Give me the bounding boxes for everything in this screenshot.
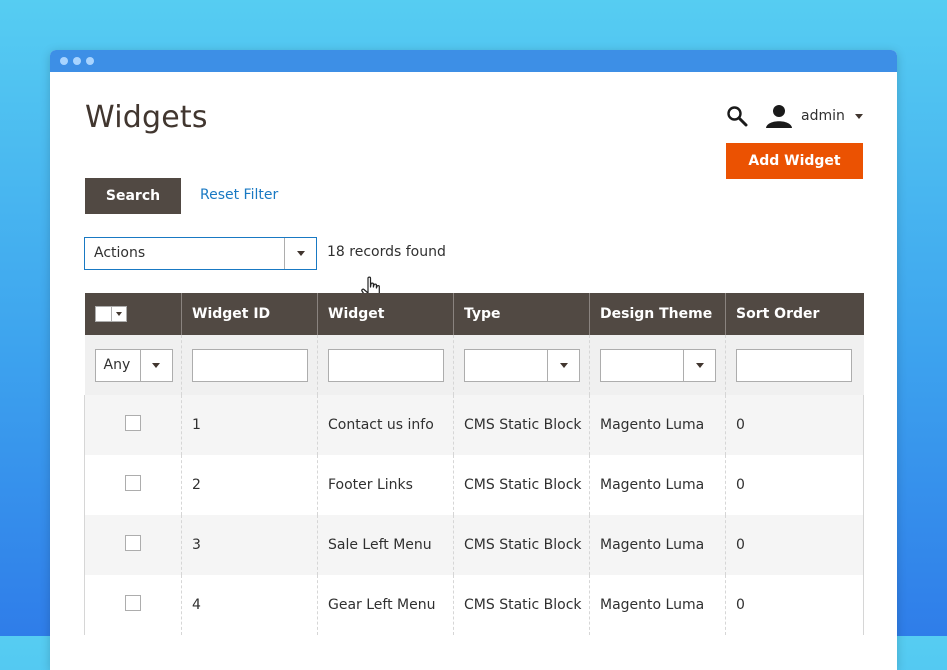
cell-type: CMS Static Block — [453, 455, 590, 515]
mass-select-checkbox[interactable] — [96, 307, 112, 321]
filter-design-theme-toggle[interactable] — [683, 349, 715, 381]
user-menu[interactable]: admin — [765, 104, 863, 128]
cell-design-theme: Magento Luma — [589, 395, 726, 455]
cell-type: CMS Static Block — [453, 515, 590, 575]
row-checkbox[interactable] — [125, 535, 141, 551]
column-header-sort-order[interactable]: Sort Order — [725, 293, 864, 335]
window-dot-1 — [60, 57, 68, 65]
filter-cell-design-theme — [589, 335, 726, 395]
admin-window: Widgets admin Add Widget Search Reset Fi… — [50, 50, 897, 670]
filter-cell-select: Any — [84, 335, 182, 395]
grid-header-row: Widget ID Widget Type Design Theme Sort … — [84, 293, 864, 335]
search-icon[interactable] — [726, 105, 748, 127]
cell-widget-id: 4 — [181, 575, 318, 635]
mass-select-header — [84, 293, 182, 335]
cell-widget-id: 1 — [181, 395, 318, 455]
table-row[interactable]: 1 Contact us info CMS Static Block Magen… — [84, 395, 864, 455]
row-select-cell — [84, 395, 182, 455]
row-checkbox[interactable] — [125, 475, 141, 491]
chevron-down-icon — [854, 113, 863, 119]
column-header-widget[interactable]: Widget — [317, 293, 454, 335]
filter-cell-sort-order — [725, 335, 864, 395]
cell-design-theme: Magento Luma — [589, 575, 726, 635]
filter-cell-type — [453, 335, 590, 395]
records-count: 18 records found — [327, 244, 446, 260]
chevron-down-icon — [695, 362, 704, 368]
cell-widget-id: 3 — [181, 515, 318, 575]
user-name: admin — [801, 108, 845, 124]
cell-widget: Gear Left Menu — [317, 575, 454, 635]
chevron-down-icon — [559, 362, 568, 368]
reset-filter-link[interactable]: Reset Filter — [200, 187, 278, 203]
filter-cell-widget-id — [181, 335, 318, 395]
cell-widget-id: 2 — [181, 455, 318, 515]
filter-design-theme-value — [601, 350, 683, 381]
window-titlebar — [50, 50, 897, 72]
cell-sort-order: 0 — [725, 575, 864, 635]
row-select-cell — [84, 455, 182, 515]
column-header-type[interactable]: Type — [453, 293, 590, 335]
cell-widget: Sale Left Menu — [317, 515, 454, 575]
cell-sort-order: 0 — [725, 515, 864, 575]
filter-type-select[interactable] — [464, 348, 580, 382]
row-checkbox[interactable] — [125, 415, 141, 431]
table-row[interactable]: 2 Footer Links CMS Static Block Magento … — [84, 455, 864, 515]
cell-type: CMS Static Block — [453, 575, 590, 635]
cell-widget: Footer Links — [317, 455, 454, 515]
actions-dropdown-toggle[interactable] — [284, 238, 316, 269]
actions-dropdown-label: Actions — [94, 245, 146, 261]
filter-row: Any — [84, 335, 864, 395]
row-checkbox[interactable] — [125, 595, 141, 611]
filter-type-value — [465, 350, 547, 381]
row-select-cell — [84, 575, 182, 635]
cell-type: CMS Static Block — [453, 395, 590, 455]
filter-sort-order-input[interactable] — [736, 348, 852, 382]
filter-type-toggle[interactable] — [547, 349, 579, 381]
mass-select-dropdown[interactable] — [94, 306, 127, 322]
chevron-down-icon — [115, 312, 122, 316]
column-header-widget-id[interactable]: Widget ID — [181, 293, 318, 335]
user-icon — [766, 105, 792, 128]
window-dot-3 — [86, 57, 94, 65]
window-dot-2 — [73, 57, 81, 65]
mass-select-toggle[interactable] — [112, 307, 126, 321]
chevron-down-icon — [152, 362, 160, 368]
filter-cell-widget — [317, 335, 454, 395]
filter-design-theme-select[interactable] — [600, 348, 716, 382]
cell-widget: Contact us info — [317, 395, 454, 455]
cell-sort-order: 0 — [725, 395, 864, 455]
chevron-down-icon — [296, 251, 305, 256]
row-select-cell — [84, 515, 182, 575]
add-widget-button[interactable]: Add Widget — [726, 143, 863, 179]
table-row[interactable]: 3 Sale Left Menu CMS Static Block Magent… — [84, 515, 864, 575]
widgets-grid: Widget ID Widget Type Design Theme Sort … — [84, 293, 864, 635]
table-row[interactable]: 4 Gear Left Menu CMS Static Block Magent… — [84, 575, 864, 635]
filter-any-select[interactable]: Any — [94, 348, 173, 382]
cell-sort-order: 0 — [725, 455, 864, 515]
filter-any-toggle[interactable] — [139, 349, 172, 381]
search-button[interactable]: Search — [85, 178, 181, 214]
filter-widget-id-input[interactable] — [192, 348, 308, 382]
cell-design-theme: Magento Luma — [589, 455, 726, 515]
actions-dropdown[interactable]: Actions — [84, 237, 317, 270]
filter-any-label: Any — [103, 356, 131, 373]
cell-design-theme: Magento Luma — [589, 515, 726, 575]
page-title: Widgets — [85, 100, 208, 135]
filter-widget-input[interactable] — [328, 348, 444, 382]
column-header-design-theme[interactable]: Design Theme — [589, 293, 726, 335]
